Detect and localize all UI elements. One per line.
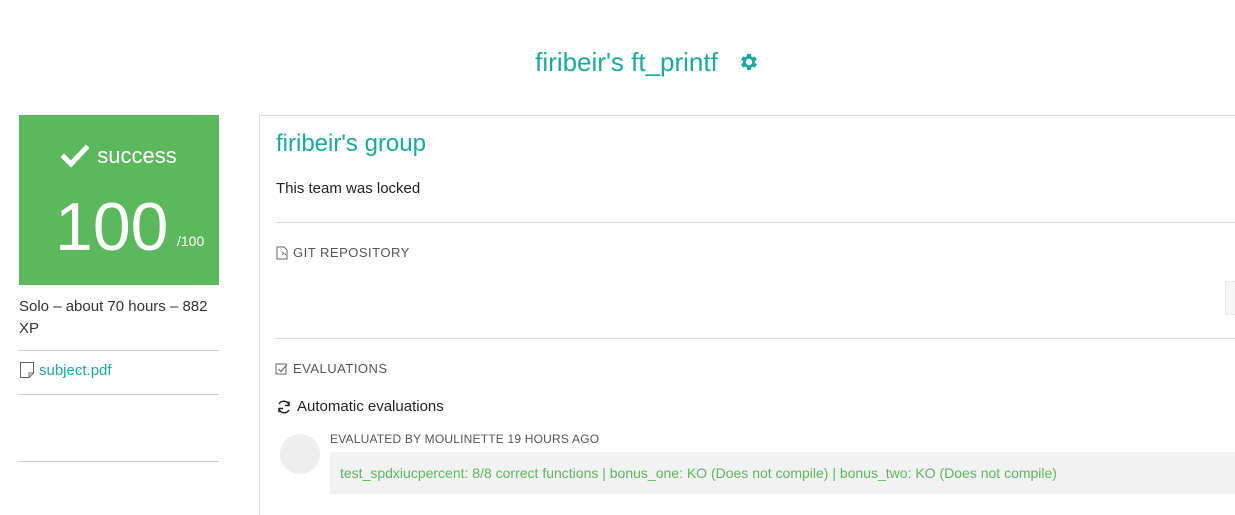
divider bbox=[276, 338, 1235, 339]
file-code-icon bbox=[275, 246, 289, 260]
automatic-evaluations-heading: Automatic evaluations bbox=[276, 398, 444, 415]
score-max: /100 bbox=[177, 233, 205, 249]
evaluation-result-text: test_spdxiucpercent: 8/8 correct functio… bbox=[340, 465, 1057, 481]
repository-url-box[interactable] bbox=[1225, 281, 1235, 315]
avatar bbox=[280, 434, 320, 474]
git-repository-section: GIT REPOSITORY bbox=[275, 245, 410, 260]
refresh-icon bbox=[276, 399, 292, 415]
automatic-evaluations-label: Automatic evaluations bbox=[297, 398, 444, 415]
evaluations-label: EVALUATIONS bbox=[293, 361, 388, 376]
score-value: 100 bbox=[55, 189, 169, 265]
team-locked-text: This team was locked bbox=[276, 180, 421, 197]
project-title: firibeir's ft_printf bbox=[535, 46, 718, 77]
status-label: success bbox=[97, 143, 177, 168]
gear-icon[interactable] bbox=[738, 51, 760, 73]
divider bbox=[276, 222, 1235, 223]
group-title: firibeir's group bbox=[276, 130, 426, 157]
subject-link[interactable]: subject.pdf bbox=[19, 361, 112, 379]
divider bbox=[19, 461, 219, 462]
git-repository-label: GIT REPOSITORY bbox=[293, 245, 410, 260]
checkbox-icon bbox=[275, 362, 289, 376]
project-meta: Solo – about 70 hours – 882 XP bbox=[19, 298, 208, 337]
check-icon bbox=[61, 144, 90, 168]
document-icon bbox=[19, 361, 35, 379]
subject-link-label[interactable]: subject.pdf bbox=[39, 362, 112, 379]
divider bbox=[19, 350, 219, 351]
team-panel: firibeir's group This team was locked GI… bbox=[259, 115, 1235, 515]
page-header: firibeir's ft_printf bbox=[0, 44, 1235, 80]
divider bbox=[19, 394, 219, 395]
status-line: success bbox=[19, 143, 219, 169]
score-card: success 100 /100 bbox=[19, 115, 219, 285]
evaluations-section: EVALUATIONS bbox=[275, 361, 388, 376]
evaluation-meta: EVALUATED BY MOULINETTE 19 HOURS AGO bbox=[330, 432, 600, 446]
evaluation-result: test_spdxiucpercent: 8/8 correct functio… bbox=[330, 452, 1235, 494]
